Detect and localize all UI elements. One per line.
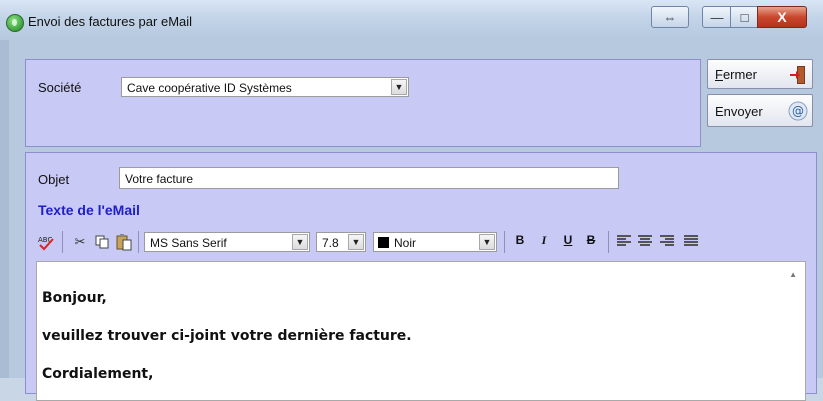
maximize-button[interactable]: □ (730, 6, 759, 28)
scroll-up-icon[interactable]: ▲ (789, 270, 797, 279)
title-bar[interactable]: Envoi des factures par eMail ⇔ — □ X (0, 0, 823, 40)
svg-text:@: @ (792, 104, 804, 118)
chevron-down-icon[interactable]: ▼ (292, 234, 308, 250)
align-right-icon[interactable] (660, 235, 674, 248)
close-button-mnemonic: F (715, 67, 723, 82)
maximize-icon: □ (740, 9, 749, 25)
paste-icon[interactable] (114, 232, 134, 252)
app-icon (6, 14, 24, 32)
email-at-icon: @ (788, 101, 808, 121)
exit-door-icon (788, 65, 808, 85)
font-color-value: Noir (394, 236, 417, 250)
window-left-border (0, 40, 9, 378)
strikethrough-button[interactable]: B (583, 233, 599, 247)
send-button[interactable]: Envoyer @ (707, 94, 813, 127)
send-button-label: Envoyer (715, 104, 763, 119)
body-line: Bonjour, (42, 290, 107, 306)
double-arrow-icon: ⇔ (663, 9, 677, 25)
font-name-value: MS Sans Serif (150, 236, 227, 250)
chevron-down-icon[interactable]: ▼ (391, 79, 407, 95)
resize-toggle-button[interactable]: ⇔ (651, 6, 689, 28)
spellcheck-icon[interactable]: ABC (36, 232, 56, 252)
company-select[interactable]: Cave coopérative ID Systèmes ▼ (121, 77, 409, 97)
align-center-icon[interactable] (638, 235, 652, 248)
close-window-button[interactable]: X (757, 6, 807, 28)
minimize-icon: — (710, 9, 724, 25)
justify-icon[interactable] (684, 235, 698, 248)
underline-button[interactable]: U (560, 233, 576, 247)
bold-button[interactable]: B (512, 233, 528, 247)
minimize-button[interactable]: — (702, 6, 732, 28)
close-button-label: ermer (722, 67, 757, 82)
copy-icon[interactable] (92, 232, 112, 252)
email-panel: Objet Votre facture Texte de l'eMail ABC… (25, 152, 817, 401)
formatting-toolbar: ABC ✂ MS Sans Serif ▼ 7.8 ▼ Noir ▼ B I U… (36, 229, 806, 255)
company-panel: Société Cave coopérative ID Systèmes ▼ (25, 59, 701, 147)
cut-icon[interactable]: ✂ (70, 232, 90, 252)
toolbar-separator (62, 231, 63, 253)
close-button[interactable]: Fermer (707, 59, 813, 89)
email-body-title: Texte de l'eMail (38, 202, 140, 218)
color-swatch (378, 237, 389, 248)
font-size-value: 7.8 (322, 236, 339, 250)
email-invoice-window: Envoi des factures par eMail ⇔ — □ X Soc… (0, 0, 823, 401)
toolbar-separator (608, 231, 609, 253)
chevron-down-icon[interactable]: ▼ (348, 234, 364, 250)
email-body-editor[interactable]: Bonjour, veuillez trouver ci-joint votre… (36, 261, 806, 401)
company-select-value: Cave coopérative ID Systèmes (127, 81, 292, 95)
subject-input[interactable]: Votre facture (119, 167, 619, 189)
subject-label: Objet (38, 172, 70, 187)
italic-button[interactable]: I (536, 233, 552, 248)
body-line: Cordialement, (42, 366, 154, 382)
font-name-select[interactable]: MS Sans Serif ▼ (144, 232, 310, 252)
chevron-down-icon[interactable]: ▼ (479, 234, 495, 250)
align-left-icon[interactable] (617, 235, 631, 248)
window-title: Envoi des factures par eMail (28, 14, 193, 29)
toolbar-separator (138, 231, 139, 253)
company-label: Société (38, 80, 82, 95)
font-color-select[interactable]: Noir ▼ (373, 232, 497, 252)
body-line: veuillez trouver ci-joint votre dernière… (42, 328, 412, 344)
subject-input-value: Votre facture (125, 172, 194, 186)
close-icon: X (777, 9, 787, 25)
font-size-select[interactable]: 7.8 ▼ (316, 232, 366, 252)
toolbar-separator (504, 231, 505, 253)
